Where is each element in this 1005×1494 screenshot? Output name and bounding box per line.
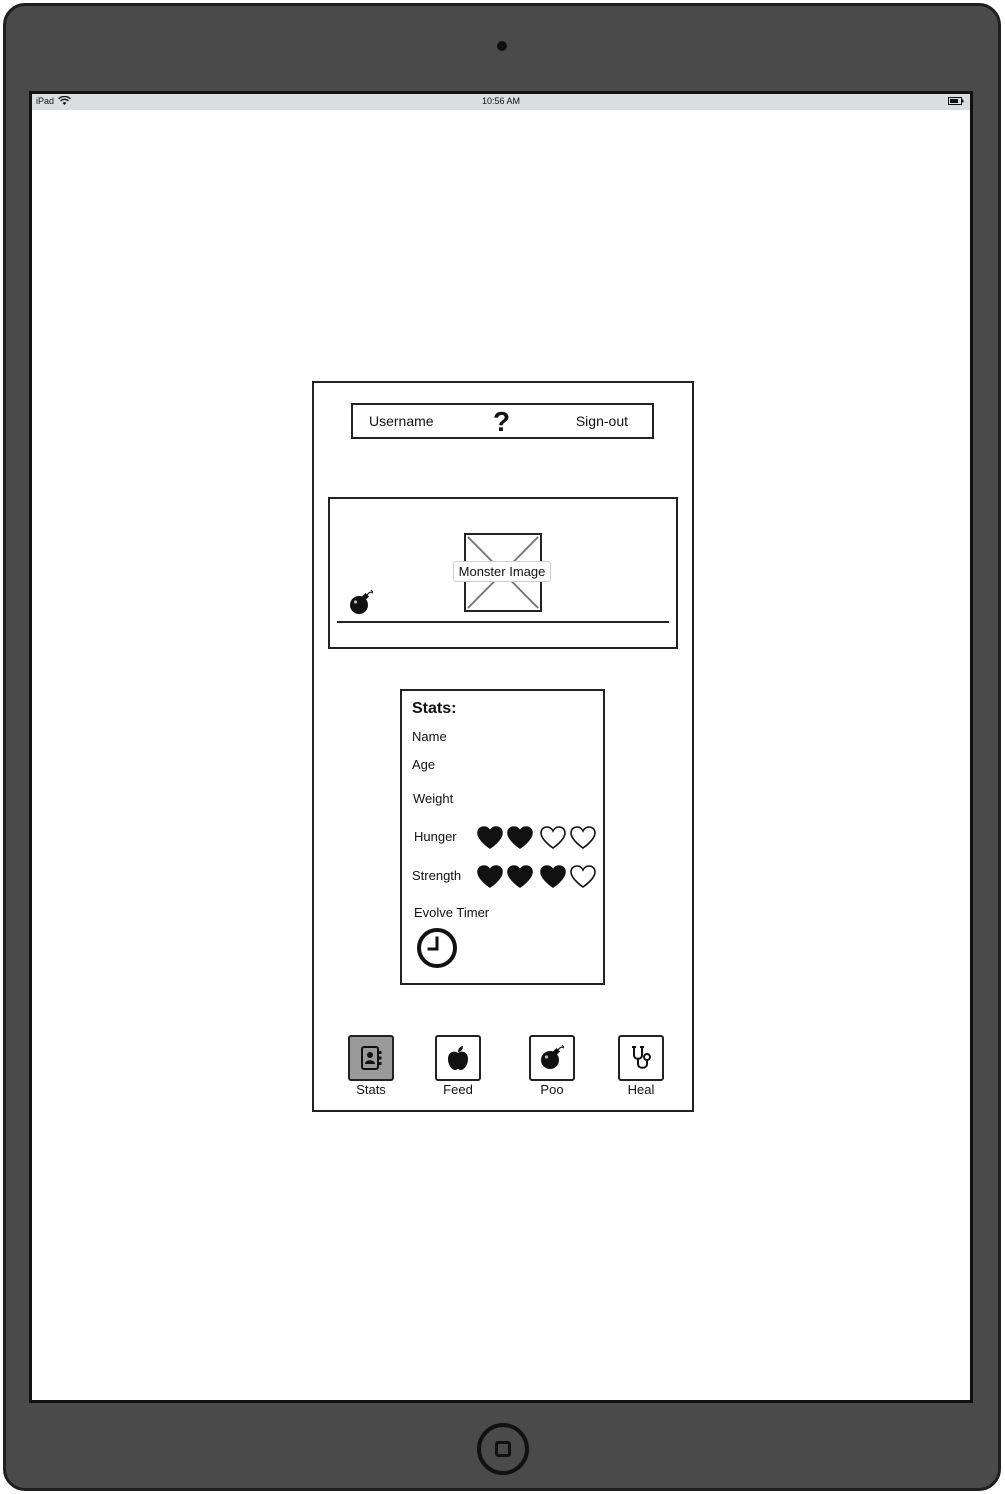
- strength-heart-filled-icon: [540, 865, 566, 888]
- bomb-icon: [350, 589, 374, 614]
- username-label[interactable]: Username: [369, 413, 434, 429]
- strength-label: Strength: [412, 868, 462, 883]
- hunger-heart-empty-icon: [540, 826, 566, 849]
- help-icon[interactable]: ?: [493, 405, 510, 439]
- header-bar: Username ? Sign-out: [351, 403, 654, 439]
- clock-icon: [417, 928, 457, 968]
- monster-image-label: Monster Image: [453, 561, 551, 582]
- status-time: 10:56 AM: [481, 96, 521, 106]
- nav-label-stats: Stats: [356, 1082, 386, 1097]
- battery-icon: [948, 97, 964, 105]
- hunger-heart-filled-icon: [477, 826, 503, 849]
- ground-line: [337, 621, 669, 623]
- nav-button-feed[interactable]: [435, 1035, 481, 1081]
- strength-heart-empty-icon: [570, 865, 596, 888]
- stethoscope-icon: [628, 1044, 654, 1072]
- name-label: Name: [412, 729, 447, 744]
- nav-button-poo[interactable]: [529, 1035, 575, 1081]
- stats-title: Stats:: [412, 700, 457, 717]
- contacts-icon: [357, 1044, 385, 1072]
- hunger-label: Hunger: [414, 829, 457, 844]
- signout-link[interactable]: Sign-out: [576, 413, 628, 429]
- strength-heart-filled-icon: [507, 865, 533, 888]
- nav-button-stats[interactable]: [348, 1035, 394, 1081]
- home-button[interactable]: [477, 1423, 529, 1475]
- weight-label: Weight: [413, 791, 454, 806]
- nav-label-poo: Poo: [540, 1082, 564, 1097]
- age-label: Age: [412, 757, 436, 772]
- hunger-heart-empty-icon: [570, 826, 596, 849]
- apple-icon: [445, 1044, 471, 1072]
- camera: [497, 41, 507, 51]
- nav-button-heal[interactable]: [618, 1035, 664, 1081]
- nav-label-feed: Feed: [443, 1082, 473, 1097]
- status-bar: iPad 10:56 AM: [32, 94, 970, 110]
- evolve-timer-label: Evolve Timer: [414, 905, 490, 920]
- hunger-heart-filled-icon: [507, 826, 533, 849]
- bomb-icon: [538, 1044, 566, 1072]
- nav-label-heal: Heal: [627, 1082, 655, 1097]
- strength-heart-filled-icon: [477, 865, 503, 888]
